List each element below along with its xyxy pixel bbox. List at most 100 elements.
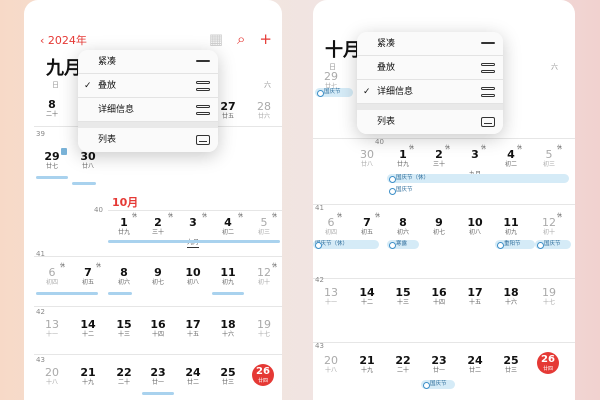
day-cell[interactable]: 7 初五 — [74, 266, 102, 287]
calendar-grid-icon[interactable]: ▦ — [209, 30, 223, 48]
event-chip[interactable]: 国庆节 — [387, 186, 447, 195]
day-cell[interactable]: 22 二十 — [389, 354, 417, 375]
day-cell[interactable]: 23 廿一 — [144, 366, 172, 387]
day-cell[interactable]: 20 十八 — [317, 354, 345, 375]
menu-item-list[interactable]: 列表 — [357, 110, 503, 134]
checkmark-icon: ✓ — [84, 81, 92, 91]
day-cell[interactable]: 6 初四 — [317, 216, 345, 237]
day-cell[interactable]: 25 廿三 — [497, 354, 525, 375]
week-number: 43 — [36, 356, 45, 364]
day-cell[interactable]: 8 初六 — [110, 266, 138, 287]
month-label-oct: 10月 — [112, 196, 139, 209]
back-button[interactable]: ‹ 2024年 — [40, 32, 87, 48]
day-cell[interactable]: 25 廿三 — [214, 366, 242, 387]
menu-item-list[interactable]: 列表 — [78, 128, 218, 152]
event-bar[interactable] — [36, 292, 98, 295]
day-cell[interactable]: 8 初六 — [389, 216, 417, 237]
compact-view-icon — [196, 60, 210, 65]
menu-item-compact[interactable]: 紧凑 — [357, 32, 503, 56]
checkmark-icon: ✓ — [363, 87, 371, 97]
event-bar[interactable] — [108, 240, 280, 243]
day-cell[interactable]: 5 初三 — [535, 148, 563, 169]
day-cell[interactable]: 21 十九 — [353, 354, 381, 375]
day-cell[interactable]: 19 十七 — [535, 286, 563, 307]
day-cell[interactable]: 10 初八 — [461, 216, 489, 237]
day-cell[interactable]: 17 十五 — [461, 286, 489, 307]
event-chip[interactable]: 国庆节 — [421, 380, 455, 389]
day-cell[interactable]: 4 初二 — [214, 216, 242, 237]
event-chip[interactable]: 寒露 — [387, 240, 419, 249]
menu-item-details[interactable]: ✓ 详细信息 — [357, 80, 503, 104]
day-cell[interactable]: 28 廿六 — [250, 100, 278, 121]
day-cell[interactable]: 23 廿一 — [425, 354, 453, 375]
day-cell[interactable]: 2 三十 — [425, 148, 453, 169]
day-cell[interactable]: 24 廿二 — [179, 366, 207, 387]
month-title: 十月 — [325, 40, 361, 61]
week-number: 39 — [36, 130, 45, 138]
day-cell[interactable]: 6 初四 — [38, 266, 66, 287]
week-number: 43 — [315, 342, 324, 350]
add-icon[interactable]: + — [259, 30, 272, 48]
day-cell[interactable]: 20 十八 — [38, 366, 66, 387]
day-cell[interactable]: 30 廿八 — [353, 148, 381, 169]
day-cell[interactable]: 7 初五 — [353, 216, 381, 237]
event-chip[interactable]: 国庆节（休） — [313, 240, 379, 249]
event-chip[interactable]: 国庆节 — [535, 240, 571, 249]
day-cell[interactable]: 3九月 — [179, 216, 207, 248]
day-cell[interactable]: 14 十二 — [74, 318, 102, 339]
day-cell[interactable]: 12 初十 — [250, 266, 278, 287]
day-cell[interactable]: 5 初三 — [250, 216, 278, 237]
day-cell[interactable]: 11 初九 — [497, 216, 525, 237]
day-cell[interactable]: 18 十六 — [214, 318, 242, 339]
day-cell[interactable]: 1 廿九 — [389, 148, 417, 169]
today-marker[interactable]: 26 廿四 — [252, 364, 274, 386]
menu-item-details[interactable]: 详细信息 — [78, 98, 218, 122]
list-view-icon — [481, 117, 495, 127]
day-cell[interactable]: 30 廿八 — [74, 150, 102, 171]
day-cell[interactable]: 10 初八 — [179, 266, 207, 287]
menu-item-stacked[interactable]: ✓ 叠放 — [78, 74, 218, 98]
event-bar[interactable] — [212, 292, 244, 295]
day-cell[interactable]: 24 廿二 — [461, 354, 489, 375]
day-cell[interactable]: 1 廿九 — [110, 216, 138, 237]
day-cell[interactable]: 22 二十 — [110, 366, 138, 387]
row-divider — [313, 278, 575, 279]
search-icon[interactable]: ⌕ — [237, 30, 245, 48]
day-cell[interactable]: 4 初二 — [497, 148, 525, 169]
row-divider — [34, 306, 282, 307]
day-cell[interactable]: 16 十四 — [144, 318, 172, 339]
day-cell[interactable]: 15 十三 — [110, 318, 138, 339]
list-view-icon — [196, 135, 210, 145]
view-mode-menu: 紧凑 ✓ 叠放 详细信息 列表 — [78, 50, 218, 152]
day-cell[interactable]: 18 十六 — [497, 286, 525, 307]
event-bar[interactable] — [36, 176, 68, 179]
day-cell[interactable]: 2 三十 — [144, 216, 172, 237]
today-marker[interactable]: 26 廿四 — [537, 352, 559, 374]
chevron-left-icon: ‹ — [40, 34, 45, 47]
menu-item-compact[interactable]: 紧凑 — [78, 50, 218, 74]
day-cell[interactable]: 12 初十 — [535, 216, 563, 237]
event-chip[interactable]: 重阳节 — [495, 240, 535, 249]
event-bar[interactable] — [72, 182, 96, 185]
day-cell[interactable]: 13 十一 — [317, 286, 345, 307]
day-cell[interactable]: 27 廿五 — [214, 100, 242, 121]
day-cell[interactable]: 14 十二 — [353, 286, 381, 307]
day-cell[interactable]: 9 初七 — [425, 216, 453, 237]
day-cell[interactable]: 11 初九 — [214, 266, 242, 287]
event-bar[interactable] — [142, 392, 174, 395]
day-cell[interactable]: 8 二十 — [38, 98, 66, 119]
row-divider — [313, 204, 575, 205]
day-cell[interactable]: 9 初七 — [144, 266, 172, 287]
day-cell[interactable]: 17 十五 — [179, 318, 207, 339]
menu-item-stacked[interactable]: 叠放 — [357, 56, 503, 80]
day-cell[interactable]: 16 十四 — [425, 286, 453, 307]
day-cell[interactable]: 19 十七 — [250, 318, 278, 339]
week-number: 40 — [94, 206, 103, 214]
day-cell[interactable]: 21 十九 — [74, 366, 102, 387]
week-number: 42 — [36, 308, 45, 316]
day-cell[interactable]: 13 十一 — [38, 318, 66, 339]
event-chip[interactable]: 国庆节（休） — [387, 174, 569, 183]
event-chip[interactable]: 国庆节 — [315, 88, 353, 97]
day-cell[interactable]: 15 十三 — [389, 286, 417, 307]
event-bar[interactable] — [108, 292, 132, 295]
